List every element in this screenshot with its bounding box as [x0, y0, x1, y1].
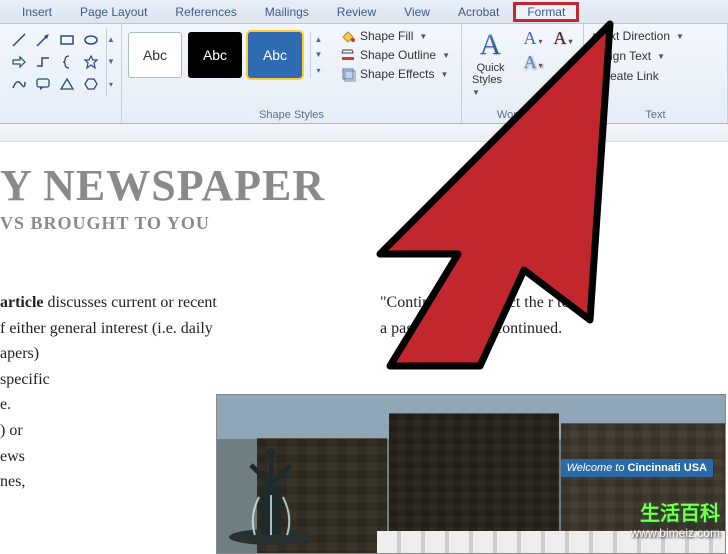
group-insert-shapes: ▲ ▼ ▾ [0, 24, 122, 123]
rect-icon [56, 30, 78, 50]
watermark-cn: 生活百科 [631, 497, 720, 526]
align-text-button[interactable]: ign Text ▼ [590, 48, 721, 64]
paint-bucket-icon [340, 28, 356, 44]
watermark-url: www.bimeiz.com [631, 526, 720, 540]
quick-styles-button[interactable]: A Quick Styles ▼ [468, 28, 513, 98]
tab-references[interactable]: References [161, 2, 250, 22]
dropdown-icon: ▼ [419, 32, 427, 41]
dropdown-icon: ▼ [442, 51, 450, 60]
text-direction-label: xt Direction [610, 29, 670, 43]
shapes-gallery-expand[interactable]: ▲ ▼ ▾ [106, 28, 115, 96]
dropdown-icon: ▼ [676, 32, 684, 41]
block-arrow-icon [8, 52, 30, 72]
more-icon: ▾ [311, 66, 326, 75]
text: a page where th s continued. [380, 316, 660, 342]
dropdown-icon: ▼ [657, 52, 665, 61]
more-icon: ▾ [107, 80, 115, 89]
triangle-icon [56, 74, 78, 94]
tab-mailings[interactable]: Mailings [251, 2, 323, 22]
quick-label: Quick [476, 62, 504, 74]
shape-effects-label: Shape Effects [360, 67, 435, 81]
ribbon-tab-strip: Insert Page Layout References Mailings R… [0, 0, 728, 24]
brace-icon [56, 52, 78, 72]
text-fill-button[interactable]: A▾ [519, 28, 547, 50]
article-word: article [0, 294, 44, 311]
shape-styles-expand[interactable]: ▲ ▼ ▾ [310, 32, 326, 78]
shape-outline-label: Shape Outline [360, 48, 436, 62]
connector-icon [32, 52, 54, 72]
group-shape-styles: Abc Abc Abc ▲ ▼ ▾ Shape Fill ▼ Shape Out… [122, 24, 462, 123]
dropdown-icon: ▼ [441, 70, 449, 79]
group-label-wordart: WordArt… [468, 107, 577, 121]
ribbon-body: ▲ ▼ ▾ Abc Abc Abc ▲ ▼ ▾ Shape Fill ▼ [0, 24, 728, 124]
tab-view[interactable]: View [390, 2, 444, 22]
group-label-shapes [6, 107, 115, 121]
pencil-outline-icon [340, 47, 356, 63]
group-text: A xt Direction ▼ ign Text ▼ eate Link Text [584, 24, 728, 123]
shape-effects-button[interactable]: Shape Effects ▼ [340, 66, 450, 82]
group-label-shape-styles: Shape Styles [128, 107, 455, 121]
shapes-gallery[interactable] [6, 28, 104, 96]
horizontal-ruler[interactable] [0, 124, 728, 142]
shape-outline-button[interactable]: Shape Outline ▼ [340, 47, 450, 63]
shape-fill-button[interactable]: Shape Fill ▼ [340, 28, 450, 44]
link-icon [590, 68, 606, 84]
doc-subtitle: VS BROUGHT TO YOU [0, 213, 728, 234]
curve-icon [8, 74, 30, 94]
text-outline-button[interactable]: A▾ [549, 28, 577, 50]
shape-style-preset-2[interactable]: Abc [188, 32, 242, 78]
shape-style-preset-3-selected[interactable]: Abc [248, 32, 302, 78]
text-direction-button[interactable]: A xt Direction ▼ [590, 28, 721, 44]
arrow-icon [32, 30, 54, 50]
text: discusses current or recent [44, 294, 217, 311]
shape-fill-label: Shape Fill [360, 29, 413, 43]
text-effects-button[interactable]: A▾ [519, 52, 547, 74]
text: apers) [0, 341, 260, 367]
create-link-label: eate Link [610, 69, 659, 83]
text: f either general interest (i.e. daily [0, 316, 260, 342]
star-icon [80, 52, 102, 72]
chevron-up-icon: ▲ [107, 35, 115, 44]
chevron-up-icon: ▲ [311, 35, 326, 44]
tab-insert[interactable]: Insert [8, 2, 66, 22]
wordart-a-icon: A [480, 28, 502, 62]
effects-icon [340, 66, 356, 82]
text: "Continued on pa rect the r to [380, 290, 660, 316]
align-text-icon [590, 48, 606, 64]
document-canvas[interactable]: Y NEWSPAPER VS BROUGHT TO YOU article di… [0, 142, 728, 546]
watermark: 生活百科 www.bimeiz.com [631, 497, 720, 540]
chevron-down-icon: ▼ [311, 50, 326, 59]
text: specific [0, 367, 260, 393]
callout-icon [32, 74, 54, 94]
group-wordart-styles: A Quick Styles ▼ A▾ A▾ A▾ WordArt… [462, 24, 584, 123]
create-link-button[interactable]: eate Link [590, 68, 721, 84]
tab-acrobat[interactable]: Acrobat [444, 2, 513, 22]
group-label-text: Text [590, 107, 721, 121]
chevron-down-icon: ▼ [107, 57, 115, 66]
dropdown-icon: ▼ [472, 88, 480, 97]
text-direction-icon: A [590, 28, 606, 44]
shape-style-preset-1[interactable]: Abc [128, 32, 182, 78]
align-text-label: ign Text [610, 49, 651, 63]
tab-review[interactable]: Review [323, 2, 390, 22]
tab-format[interactable]: Format [513, 2, 579, 22]
tab-page-layout[interactable]: Page Layout [66, 2, 161, 22]
line-icon [8, 30, 30, 50]
styles-label: Styles [472, 74, 502, 86]
oval-icon [80, 30, 102, 50]
photo-banner: Welcome to Cincinnati USA [561, 459, 713, 477]
hexagon-icon [80, 74, 102, 94]
fountain-icon [221, 437, 321, 547]
doc-title: Y NEWSPAPER [0, 160, 728, 211]
svg-text:A: A [591, 32, 598, 43]
